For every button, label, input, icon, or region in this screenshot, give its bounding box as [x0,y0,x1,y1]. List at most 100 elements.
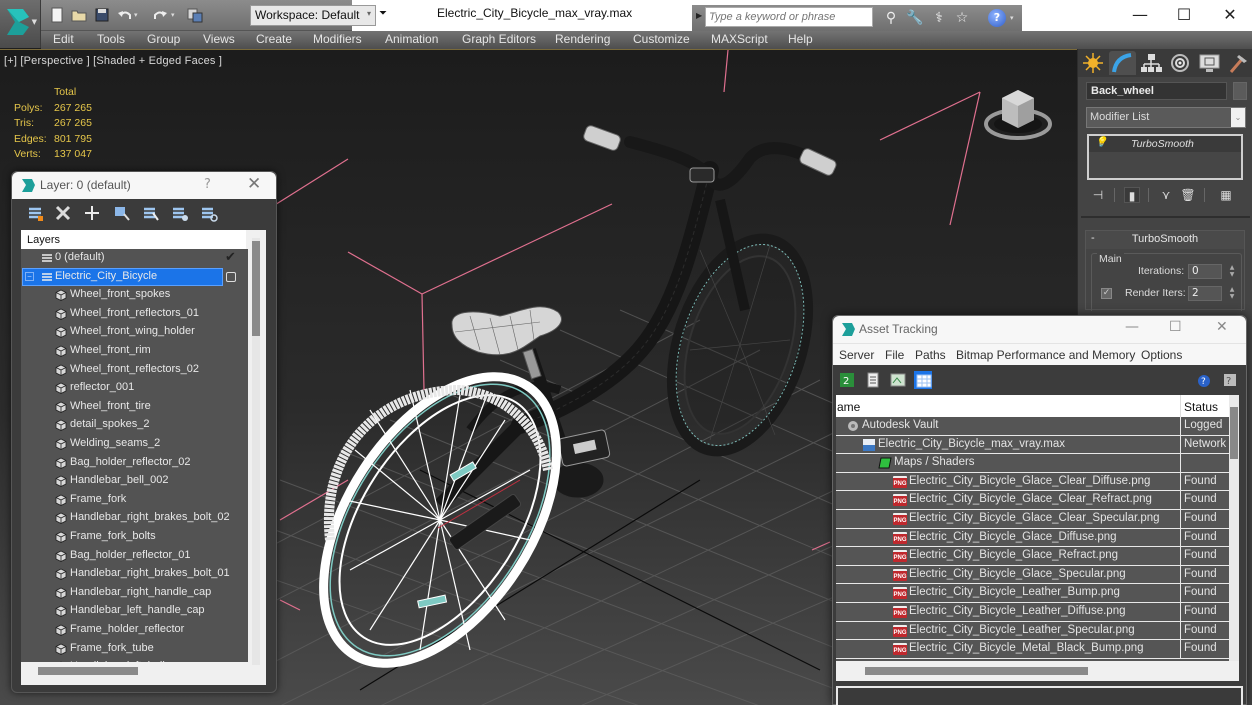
menu-paths[interactable]: Paths [915,348,946,362]
show-end-result-icon[interactable]: ▮ [1124,187,1140,203]
display-tab-icon[interactable] [1196,51,1223,75]
menu-file[interactable]: File [885,348,904,362]
viewcube-icon[interactable] [984,80,1060,144]
close-button[interactable]: ✕ [247,174,261,194]
layer-object-row[interactable]: Wheel_front_tire [21,398,248,417]
layer-object-row[interactable]: Bag_holder_reflector_02 [21,454,248,473]
rollout-header[interactable]: - TurboSmooth [1086,231,1244,249]
add-to-layer-icon[interactable] [82,203,102,223]
menu-group[interactable]: Group [147,32,180,46]
layer-object-row[interactable]: Welding_seams_2 [21,435,248,454]
modify-tab-icon[interactable] [1109,51,1136,75]
close-button[interactable]: ✕ [1216,319,1228,335]
redo-icon[interactable] [152,7,168,23]
menu-graph-editors[interactable]: Graph Editors [462,32,536,46]
redo-dropdown-icon[interactable]: ▾ [171,11,187,27]
configure-modifier-sets-icon[interactable]: ▦ [1218,187,1234,203]
layer-row-selected[interactable]: − Electric_City_Bicycle [21,267,248,287]
remove-modifier-icon[interactable]: 🗑 [1180,187,1196,203]
wrench-icon[interactable]: 🔧 [906,9,924,27]
layer-object-row[interactable]: detail_spokes_2 [21,416,248,435]
menu-views[interactable]: Views [203,32,235,46]
minimize-button[interactable]: — [1120,4,1160,26]
layer-object-row[interactable]: Frame_fork_bolts [21,528,248,547]
menu-maxscript[interactable]: MAXScript [711,32,768,46]
collapse-icon[interactable]: − [25,271,34,281]
layer-object-row[interactable]: Wheel_front_reflectors_02 [21,361,248,380]
menu-options[interactable]: Options [1141,348,1182,362]
modifier-stack-item[interactable]: 💡 TurboSmooth [1089,136,1241,152]
layer-object-row[interactable]: Bag_holder_reflector_01 [21,547,248,566]
help-icon[interactable]: ? [1195,371,1213,389]
spinner-arrows-icon[interactable]: ▲ ▼ [1227,264,1237,279]
spinner-arrows-icon[interactable]: ▲ ▼ [1227,286,1237,301]
menu-customize[interactable]: Customize [633,32,690,46]
context-help-icon[interactable]: ? [1221,371,1239,389]
layers-column-header[interactable]: Layers [21,230,246,249]
maximize-button[interactable]: ☐ [1164,4,1204,26]
layer-object-row[interactable]: Wheel_front_rim [21,342,248,361]
search-input[interactable] [705,7,873,27]
help-icon[interactable]: ? [988,9,1006,27]
asset-row[interactable]: PNG Electric_City_Bicycle_Leather_Specula… [836,621,1229,641]
help-button[interactable]: ? [204,177,211,192]
menu-bitmap-performance[interactable]: Bitmap Performance and Memory [956,348,1135,362]
project-folder-icon[interactable] [187,7,203,23]
utilities-tab-icon[interactable] [1225,51,1252,75]
asset-tracking-titlebar[interactable]: Asset Tracking — ☐ ✕ [833,316,1246,343]
vertical-scrollbar[interactable] [252,238,260,665]
layer-row-default[interactable]: 0 (default) ✔ [21,249,248,268]
undo-icon[interactable] [117,7,133,23]
delete-layer-icon[interactable] [53,203,73,223]
hide-layers-icon[interactable] [170,203,190,223]
make-unique-icon[interactable]: ⋎ [1158,187,1174,203]
asset-row[interactable]: Maps / Shaders [836,454,1229,474]
close-button[interactable]: ✕ [1210,4,1250,26]
menu-tools[interactable]: Tools [97,32,125,46]
freeze-layers-icon[interactable] [199,203,219,223]
application-menu-button[interactable]: ▼ [0,0,41,48]
asset-row[interactable]: Electric_City_Bicycle_max_vray.max Networ… [836,435,1229,455]
layer-object-row[interactable]: Wheel_front_spokes [21,286,248,305]
menu-edit[interactable]: Edit [53,32,74,46]
help-dropdown-icon[interactable]: ▾ [1010,14,1014,22]
asset-row[interactable]: PNG Electric_City_Bicycle_Glace_Clear_Dif… [836,472,1229,492]
expand-arrow-icon[interactable]: ▶ [696,11,702,20]
asset-row[interactable]: Autodesk Vault Logged [836,417,1229,436]
save-icon[interactable] [94,7,110,23]
asset-row[interactable]: PNG Electric_City_Bicycle_Leather_Diffuse… [836,603,1229,622]
layer-object-row[interactable]: Handlebar_right_brakes_bolt_02 [21,509,248,528]
menu-server[interactable]: Server [839,348,874,362]
layer-window-titlebar[interactable]: Layer: 0 (default) ? ✕ [12,172,276,199]
pin-stack-icon[interactable]: ⊣ [1090,187,1106,203]
render-iters-spinner[interactable]: 2 [1188,286,1222,301]
binoculars-icon[interactable]: ⚲ [882,9,900,27]
layer-object-row[interactable]: reflector_001 [21,379,248,398]
layer-object-row[interactable]: Handlebar_right_brakes_bolt_01 [21,565,248,584]
open-folder-icon[interactable] [71,7,87,23]
list-view-icon[interactable] [864,371,882,389]
new-file-icon[interactable] [49,7,65,23]
layer-object-row[interactable]: Wheel_front_reflectors_01 [21,305,248,324]
menu-create[interactable]: Create [256,32,292,46]
highlight-selected-layer-icon[interactable] [141,203,161,223]
viewport-label[interactable]: [+] [Perspective ] [Shaded + Edged Faces… [4,55,222,67]
create-tab-icon[interactable] [1080,51,1107,75]
menu-rendering[interactable]: Rendering [555,32,610,46]
menu-animation[interactable]: Animation [385,32,438,46]
layer-object-row[interactable]: Frame_fork_tube [21,640,248,659]
asset-row[interactable]: PNG Electric_City_Bicycle_Glace_Specular.… [836,565,1229,585]
refresh-icon[interactable]: 2 [838,371,856,389]
status-column-header[interactable]: Status [1184,400,1218,414]
scrollbar-thumb[interactable] [252,241,260,336]
layer-object-row[interactable]: Wheel_front_wing_holder [21,323,248,342]
hierarchy-tab-icon[interactable] [1138,51,1165,75]
qat-customize-icon[interactable]: ⏷ [379,8,387,19]
workspace-select[interactable]: Workspace: Default ▾ [250,5,376,26]
thumbnail-view-icon[interactable] [889,371,907,389]
layer-object-row[interactable]: Handlebar_bell_002 [21,472,248,491]
select-objects-in-layer-icon[interactable] [112,203,132,223]
layer-object-row[interactable]: Handlebar_left_bell [21,658,248,662]
set-active-checkbox[interactable] [226,271,236,282]
object-name-field[interactable]: Back_wheel [1086,82,1227,100]
